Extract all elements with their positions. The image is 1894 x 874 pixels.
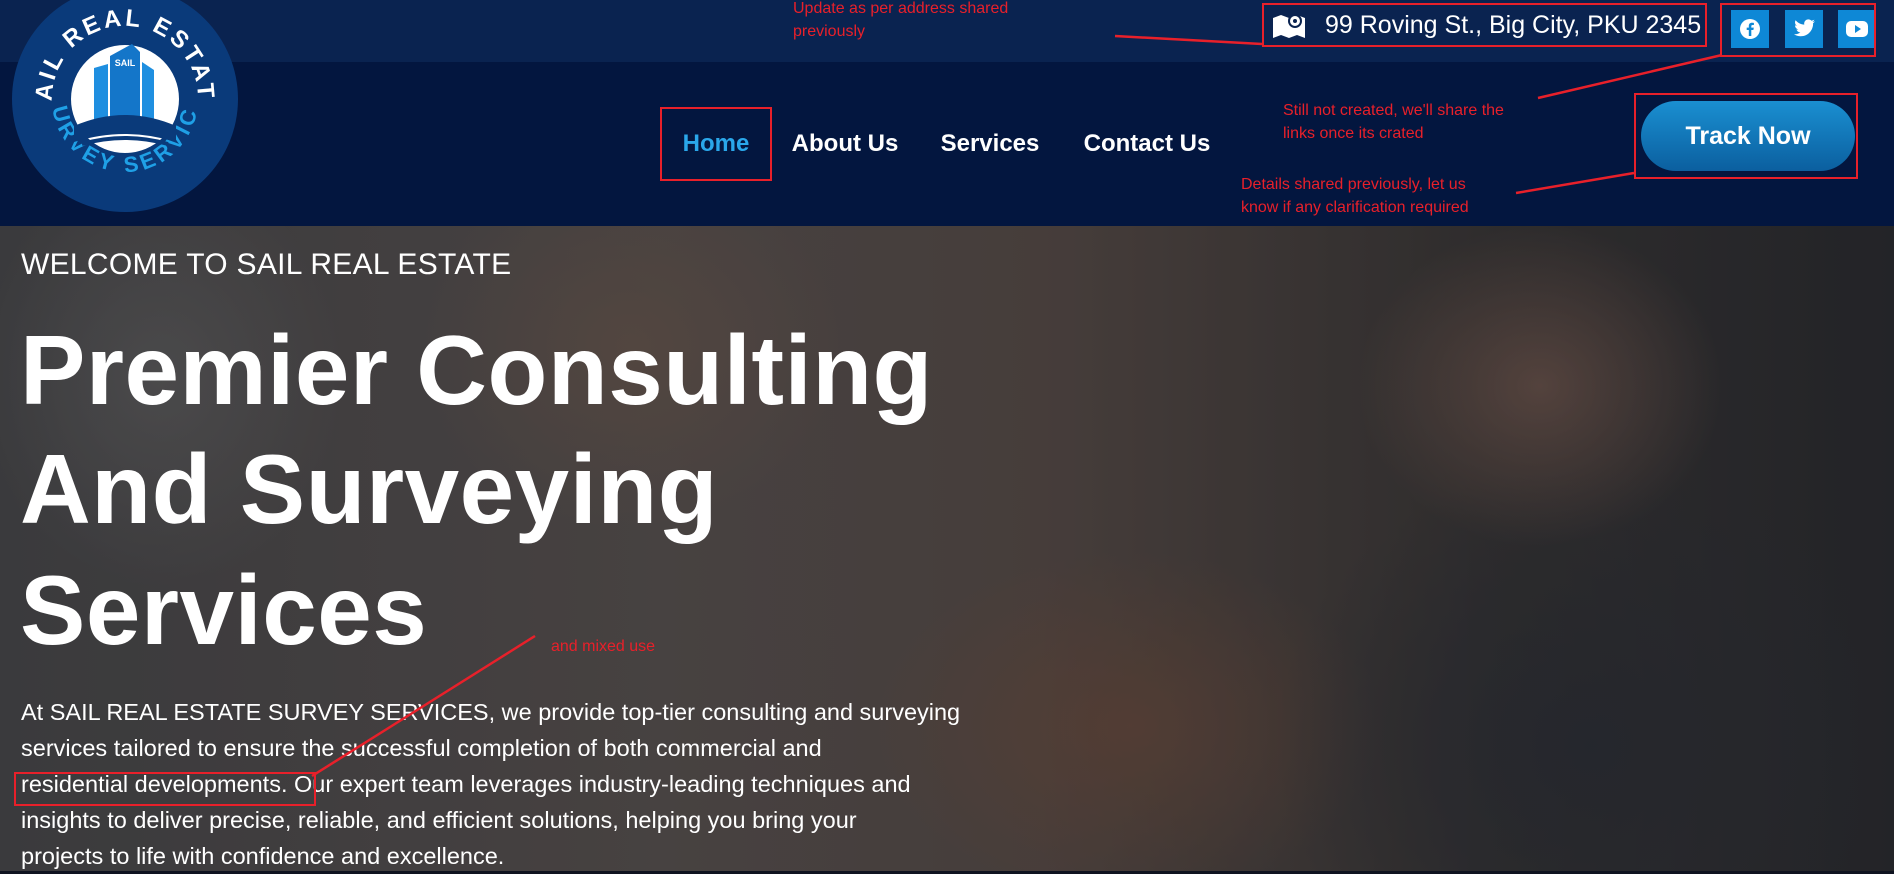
annotation-box-address bbox=[1262, 3, 1707, 47]
hero-welcome-text: WELCOME TO SAIL REAL ESTATE bbox=[21, 248, 512, 281]
annotation-box-residential bbox=[14, 772, 316, 806]
annotation-box-social bbox=[1720, 3, 1876, 57]
logo-building-text: SAIL bbox=[115, 58, 136, 68]
annotation-box-track-now bbox=[1634, 93, 1858, 179]
hero-description-line: At SAIL REAL ESTATE SURVEY SERVICES, we … bbox=[21, 699, 961, 725]
annotation-mixed-use-note: and mixed use bbox=[551, 638, 656, 655]
annotation-address-note: Update as per address shared previously bbox=[793, 0, 1009, 40]
hero-description-line: services tailored to ensure the successf… bbox=[21, 735, 822, 761]
annotation-social-note: Still not created, we'll share the links… bbox=[1283, 102, 1504, 142]
hero-description-line: insights to deliver precise, reliable, a… bbox=[21, 807, 857, 833]
annotation-box-home bbox=[660, 107, 772, 181]
nav-about-us[interactable]: About Us bbox=[788, 110, 902, 178]
hero-headline-line-3: Services bbox=[20, 555, 428, 665]
nav-contact-us[interactable]: Contact Us bbox=[1078, 110, 1216, 178]
site-logo[interactable]: SAIL REAL ESTATE SURVEY SERVICE SAIL bbox=[12, 0, 238, 212]
hero-headline-line-2: And Surveying bbox=[20, 434, 719, 544]
annotation-track-note: Details shared previously, let us know i… bbox=[1241, 176, 1469, 216]
hero-description-line: projects to life with confidence and exc… bbox=[21, 843, 505, 869]
hero-headline-line-1: Premier Consulting bbox=[20, 315, 933, 425]
nav-services[interactable]: Services bbox=[936, 110, 1044, 178]
